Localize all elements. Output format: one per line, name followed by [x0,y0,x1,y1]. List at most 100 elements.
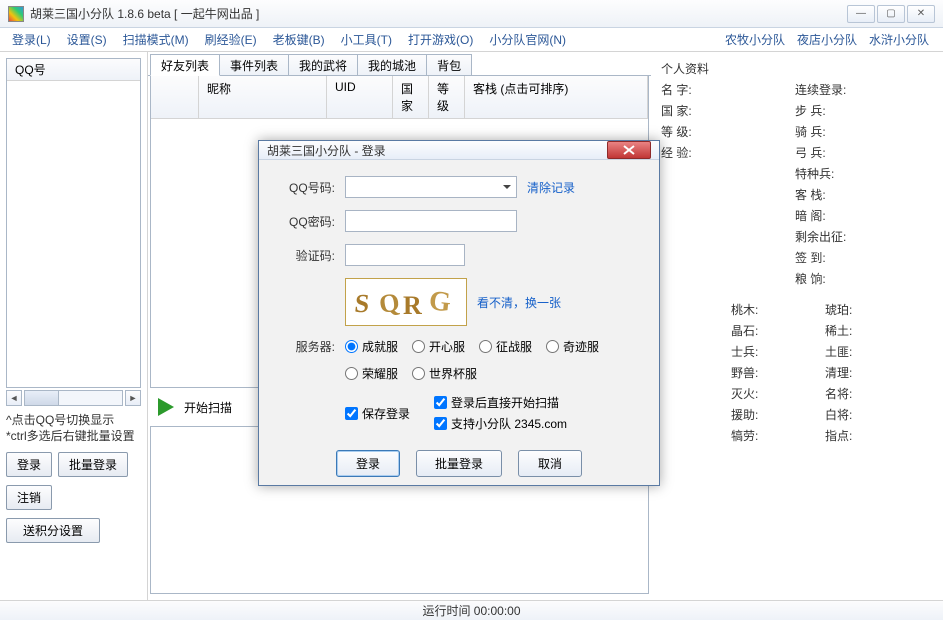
scroll-right-icon[interactable]: ► [125,390,141,406]
kv-archer: 弓 兵: [795,144,905,161]
server-worldcup[interactable]: 世界杯服 [412,365,477,382]
profile-title: 个人资料 [661,60,933,77]
svg-text:G: G [427,285,452,318]
svg-text:R: R [403,291,422,320]
kv-conseclogin: 连续登录: [795,81,905,98]
kv-mingjiang: 名将: [825,385,895,402]
kv-yeshou: 野兽: [731,364,801,381]
runtime-label: 运行时间 00:00:00 [422,602,520,619]
menu-opengame[interactable]: 打开游戏(O) [400,29,481,50]
left-batch-login-button[interactable]: 批量登录 [58,452,128,477]
kv-zhidian: 指点: [825,427,895,444]
menu-settings[interactable]: 设置(S) [59,29,115,50]
kv-kaolao: 犒劳: [731,427,801,444]
kv-dark: 暗 阁: [795,207,905,224]
menu-scanmode[interactable]: 扫描模式(M) [115,29,197,50]
col-level[interactable]: 等级 [429,76,465,118]
kv-inn: 客 栈: [795,186,905,203]
support-check[interactable]: 支持小分队 2345.com [434,415,567,432]
pwd-input[interactable] [345,210,517,232]
menu-bosskey[interactable]: 老板键(B) [265,29,333,50]
kv-qingli: 清理: [825,364,895,381]
server-zhengzhan[interactable]: 征战服 [479,338,532,355]
menu-exp[interactable]: 刷经验(E) [197,29,265,50]
kv-tufei: 土匪: [825,343,895,360]
tab-friends[interactable]: 好友列表 [150,54,220,76]
server-rongyao[interactable]: 荣耀服 [345,365,398,382]
scroll-left-icon[interactable]: ◄ [6,390,22,406]
title-bar: 胡莱三国小分队 1.8.6 beta [ 一起牛网出品 ] ― ▢ ✕ [0,0,943,28]
play-icon [158,398,174,416]
app-icon [8,6,24,22]
dialog-close-button[interactable] [607,141,651,159]
col-blank[interactable] [151,76,199,118]
server-label: 服务器: [279,338,335,355]
tabs: 好友列表 事件列表 我的武将 我的城池 背包 [148,52,651,76]
left-logout-button[interactable]: 注销 [6,485,52,510]
kv-special: 特种兵: [795,165,905,182]
kv-jingshi: 晶石: [731,322,801,339]
captcha-refresh-link[interactable]: 看不清，换一张 [477,294,561,311]
qq-list-header: QQ号 [7,59,140,81]
kv-shibing: 士兵: [731,343,801,360]
qq-list-body[interactable] [7,81,140,387]
svg-text:S: S [353,289,370,318]
pwd-label: QQ密码: [279,213,335,230]
menu-login[interactable]: 登录(L) [4,29,59,50]
tab-generals[interactable]: 我的武将 [288,54,358,75]
qq-hscroll: ◄ ► [6,390,141,406]
dialog-batch-login-button[interactable]: 批量登录 [416,450,502,477]
tab-events[interactable]: 事件列表 [219,54,289,75]
kv-cavalry: 骑 兵: [795,123,905,140]
kv-miehuo: 灭火: [731,385,801,402]
tab-cities[interactable]: 我的城池 [357,54,427,75]
kv-yuanzhu: 援助: [731,406,801,423]
kv-remain: 剩余出征: [795,228,905,245]
dialog-title: 胡莱三国小分队 - 登录 [267,142,386,159]
close-button[interactable]: ✕ [907,5,935,23]
server-kaixin[interactable]: 开心服 [412,338,465,355]
scroll-thumb[interactable] [25,391,59,405]
link-shuihu[interactable]: 水浒小分队 [869,31,929,48]
left-login-button[interactable]: 登录 [6,452,52,477]
server-qiji[interactable]: 奇迹服 [546,338,599,355]
menu-tools[interactable]: 小工具(T) [333,29,400,50]
kv-food: 粮 饷: [795,270,905,287]
col-inn[interactable]: 客栈 (点击可排序) [465,76,648,118]
kv-country: 国 家: [661,102,771,119]
minimize-button[interactable]: ― [847,5,875,23]
auto-scan-check[interactable]: 登录后直接开始扫描 [434,394,567,411]
kv-baijiang: 白将: [825,406,895,423]
captcha-input[interactable] [345,244,465,266]
window-buttons: ― ▢ ✕ [847,5,935,23]
kv-xitu: 稀土: [825,322,895,339]
col-uid[interactable]: UID [327,76,393,118]
qq-input[interactable] [345,176,517,198]
tab-bag[interactable]: 背包 [426,54,472,75]
qq-list: QQ号 [6,58,141,388]
tip2: *ctrl多选后右键批量设置 [6,428,141,444]
clear-history-link[interactable]: 清除记录 [527,179,575,196]
kv-name: 名 字: [661,81,771,98]
left-points-button[interactable]: 送积分设置 [6,518,100,543]
dialog-login-button[interactable]: 登录 [336,450,400,477]
start-scan-button[interactable]: 开始扫描 [184,399,232,416]
link-yedian[interactable]: 夜店小分队 [797,31,857,48]
dialog-cancel-button[interactable]: 取消 [518,450,582,477]
svg-text:Q: Q [377,287,401,319]
qq-label: QQ号码: [279,179,335,196]
dialog-titlebar: 胡莱三国小分队 - 登录 [259,141,659,160]
menu-official[interactable]: 小分队官网(N) [481,29,574,50]
col-nickname[interactable]: 昵称 [199,76,327,118]
save-login-check[interactable]: 保存登录 [345,394,410,432]
left-panel: QQ号 ◄ ► ^点击QQ号切换显示 *ctrl多选后右键批量设置 登录 批量登… [0,52,148,600]
maximize-button[interactable]: ▢ [877,5,905,23]
link-nongmu[interactable]: 农牧小分队 [725,31,785,48]
status-bar: 运行时间 00:00:00 [0,600,943,620]
kv-level: 等 级: [661,123,771,140]
scroll-track[interactable] [24,390,123,406]
right-panel: 个人资料 名 字: 国 家: 等 级: 经 验: 连续登录: 步 兵: 骑 兵:… [651,52,943,600]
col-country[interactable]: 国家 [393,76,429,118]
kv-exp: 经 验: [661,144,771,161]
server-chengjiu[interactable]: 成就服 [345,338,398,355]
